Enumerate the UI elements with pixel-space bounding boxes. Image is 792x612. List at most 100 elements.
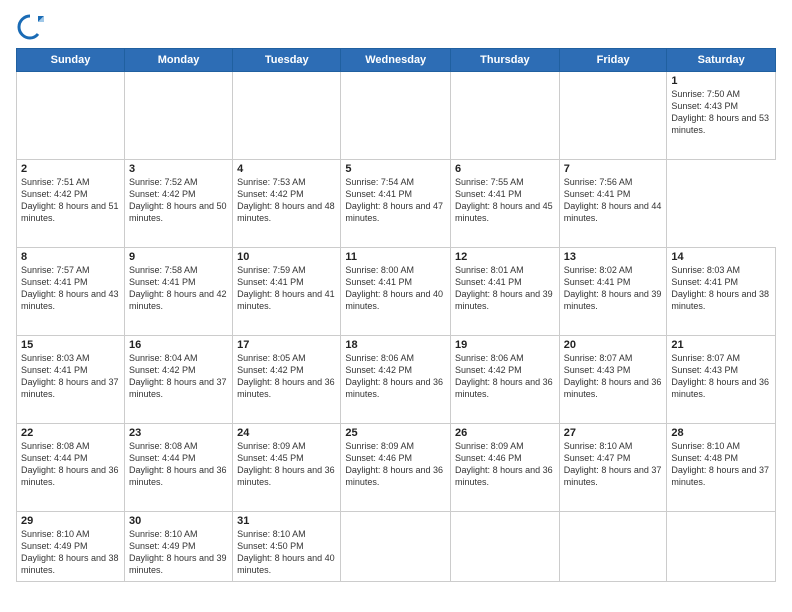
day-number: 6 (455, 163, 555, 175)
calendar-header: SundayMondayTuesdayWednesdayThursdayFrid… (17, 49, 776, 72)
day-number: 26 (455, 427, 555, 439)
day-number: 17 (237, 339, 336, 351)
day-number: 31 (237, 515, 336, 527)
day-number: 2 (21, 163, 120, 175)
day-of-week-header: Saturday (667, 49, 776, 72)
day-number: 23 (129, 427, 228, 439)
day-info: Sunrise: 7:56 AMSunset: 4:41 PMDaylight:… (564, 177, 662, 223)
day-cell: 31Sunrise: 8:10 AMSunset: 4:50 PMDayligh… (233, 512, 341, 582)
day-cell: 2 Sunrise: 7:51 AMSunset: 4:42 PMDaylight… (17, 160, 125, 248)
day-info: Sunrise: 8:06 AMSunset: 4:42 PMDaylight:… (345, 353, 443, 399)
empty-day-cell (451, 512, 560, 582)
day-cell: 26 Sunrise: 8:09 AMSunset: 4:46 PMDayligh… (451, 424, 560, 512)
day-cell: 11 Sunrise: 8:00 AMSunset: 4:41 PMDayligh… (341, 248, 451, 336)
day-number: 5 (345, 163, 446, 175)
day-number: 16 (129, 339, 228, 351)
day-info: Sunrise: 8:09 AMSunset: 4:45 PMDaylight:… (237, 441, 335, 487)
day-info: Sunrise: 8:08 AMSunset: 4:44 PMDaylight:… (21, 441, 119, 487)
day-info: Sunrise: 7:52 AMSunset: 4:42 PMDaylight:… (129, 177, 227, 223)
calendar-table: SundayMondayTuesdayWednesdayThursdayFrid… (16, 48, 776, 582)
logo (16, 12, 48, 40)
day-of-week-header: Thursday (451, 49, 560, 72)
day-info: Sunrise: 8:10 AMSunset: 4:47 PMDaylight:… (564, 441, 662, 487)
day-cell: 5 Sunrise: 7:54 AMSunset: 4:41 PMDaylight… (341, 160, 451, 248)
day-info: Sunrise: 7:54 AMSunset: 4:41 PMDaylight:… (345, 177, 443, 223)
calendar-week-row: 29 Sunrise: 8:10 AMSunset: 4:49 PMDayligh… (17, 512, 776, 582)
day-cell: 12 Sunrise: 8:01 AMSunset: 4:41 PMDayligh… (451, 248, 560, 336)
day-number: 29 (21, 515, 120, 527)
day-cell: 19Sunrise: 8:06 AMSunset: 4:42 PMDayligh… (451, 336, 560, 424)
day-cell: 4Sunrise: 7:53 AMSunset: 4:42 PMDaylight… (233, 160, 341, 248)
day-number: 21 (671, 339, 771, 351)
day-number: 22 (21, 427, 120, 439)
day-of-week-header: Tuesday (233, 49, 341, 72)
day-info: Sunrise: 8:09 AMSunset: 4:46 PMDaylight:… (345, 441, 443, 487)
day-number: 13 (564, 251, 663, 263)
day-info: Sunrise: 8:08 AMSunset: 4:44 PMDaylight:… (129, 441, 227, 487)
day-number: 14 (671, 251, 771, 263)
day-info: Sunrise: 8:09 AMSunset: 4:46 PMDaylight:… (455, 441, 553, 487)
day-cell: 23 Sunrise: 8:08 AMSunset: 4:44 PMDayligh… (124, 424, 232, 512)
day-number: 7 (564, 163, 663, 175)
day-info: Sunrise: 8:03 AMSunset: 4:41 PMDaylight:… (21, 353, 119, 399)
day-cell: 1Sunrise: 7:50 AMSunset: 4:43 PMDaylight… (667, 72, 776, 160)
day-cell: 20 Sunrise: 8:07 AMSunset: 4:43 PMDayligh… (559, 336, 667, 424)
empty-day-cell (124, 72, 232, 160)
day-cell: 10 Sunrise: 7:59 AMSunset: 4:41 PMDayligh… (233, 248, 341, 336)
day-number: 20 (564, 339, 663, 351)
calendar-body: 1Sunrise: 7:50 AMSunset: 4:43 PMDaylight… (17, 72, 776, 582)
day-of-week-header: Sunday (17, 49, 125, 72)
day-info: Sunrise: 8:07 AMSunset: 4:43 PMDaylight:… (564, 353, 662, 399)
day-cell: 7 Sunrise: 7:56 AMSunset: 4:41 PMDaylight… (559, 160, 667, 248)
day-number: 11 (345, 251, 446, 263)
day-number: 25 (345, 427, 446, 439)
day-cell: 28 Sunrise: 8:10 AMSunset: 4:48 PMDayligh… (667, 424, 776, 512)
day-number: 10 (237, 251, 336, 263)
empty-day-cell (233, 72, 341, 160)
day-number: 18 (345, 339, 446, 351)
day-info: Sunrise: 7:59 AMSunset: 4:41 PMDaylight:… (237, 265, 335, 311)
day-info: Sunrise: 8:00 AMSunset: 4:41 PMDaylight:… (345, 265, 443, 311)
day-info: Sunrise: 8:02 AMSunset: 4:41 PMDaylight:… (564, 265, 662, 311)
days-of-week-row: SundayMondayTuesdayWednesdayThursdayFrid… (17, 49, 776, 72)
day-cell: 18 Sunrise: 8:06 AMSunset: 4:42 PMDayligh… (341, 336, 451, 424)
day-info: Sunrise: 7:58 AMSunset: 4:41 PMDaylight:… (129, 265, 227, 311)
day-cell: 17Sunrise: 8:05 AMSunset: 4:42 PMDayligh… (233, 336, 341, 424)
day-info: Sunrise: 8:10 AMSunset: 4:48 PMDaylight:… (671, 441, 769, 487)
day-number: 19 (455, 339, 555, 351)
day-number: 27 (564, 427, 663, 439)
day-number: 9 (129, 251, 228, 263)
day-cell: 16 Sunrise: 8:04 AMSunset: 4:42 PMDayligh… (124, 336, 232, 424)
day-cell: 9 Sunrise: 7:58 AMSunset: 4:41 PMDaylight… (124, 248, 232, 336)
day-number: 1 (671, 75, 771, 87)
calendar-week-row: 22 Sunrise: 8:08 AMSunset: 4:44 PMDayligh… (17, 424, 776, 512)
empty-day-cell (451, 72, 560, 160)
day-of-week-header: Wednesday (341, 49, 451, 72)
day-cell: 8Sunrise: 7:57 AMSunset: 4:41 PMDaylight… (17, 248, 125, 336)
day-info: Sunrise: 8:01 AMSunset: 4:41 PMDaylight:… (455, 265, 553, 311)
day-cell: 14Sunrise: 8:03 AMSunset: 4:41 PMDayligh… (667, 248, 776, 336)
day-info: Sunrise: 7:51 AMSunset: 4:42 PMDaylight:… (21, 177, 119, 223)
logo-icon (16, 12, 44, 40)
header (16, 12, 776, 40)
day-cell: 15Sunrise: 8:03 AMSunset: 4:41 PMDayligh… (17, 336, 125, 424)
empty-day-cell (17, 72, 125, 160)
day-number: 28 (671, 427, 771, 439)
empty-day-cell (667, 512, 776, 582)
empty-day-cell (559, 72, 667, 160)
empty-day-cell (341, 512, 451, 582)
day-of-week-header: Friday (559, 49, 667, 72)
calendar-week-row: 8Sunrise: 7:57 AMSunset: 4:41 PMDaylight… (17, 248, 776, 336)
day-info: Sunrise: 8:10 AMSunset: 4:49 PMDaylight:… (129, 529, 227, 575)
day-number: 30 (129, 515, 228, 527)
day-cell: 21 Sunrise: 8:07 AMSunset: 4:43 PMDayligh… (667, 336, 776, 424)
day-cell: 3Sunrise: 7:52 AMSunset: 4:42 PMDaylight… (124, 160, 232, 248)
day-number: 12 (455, 251, 555, 263)
day-info: Sunrise: 8:07 AMSunset: 4:43 PMDaylight:… (671, 353, 769, 399)
day-cell: 6Sunrise: 7:55 AMSunset: 4:41 PMDaylight… (451, 160, 560, 248)
day-info: Sunrise: 8:04 AMSunset: 4:42 PMDaylight:… (129, 353, 227, 399)
day-cell: 25 Sunrise: 8:09 AMSunset: 4:46 PMDayligh… (341, 424, 451, 512)
day-cell: 13 Sunrise: 8:02 AMSunset: 4:41 PMDayligh… (559, 248, 667, 336)
empty-day-cell (559, 512, 667, 582)
page-container: SundayMondayTuesdayWednesdayThursdayFrid… (0, 0, 792, 612)
